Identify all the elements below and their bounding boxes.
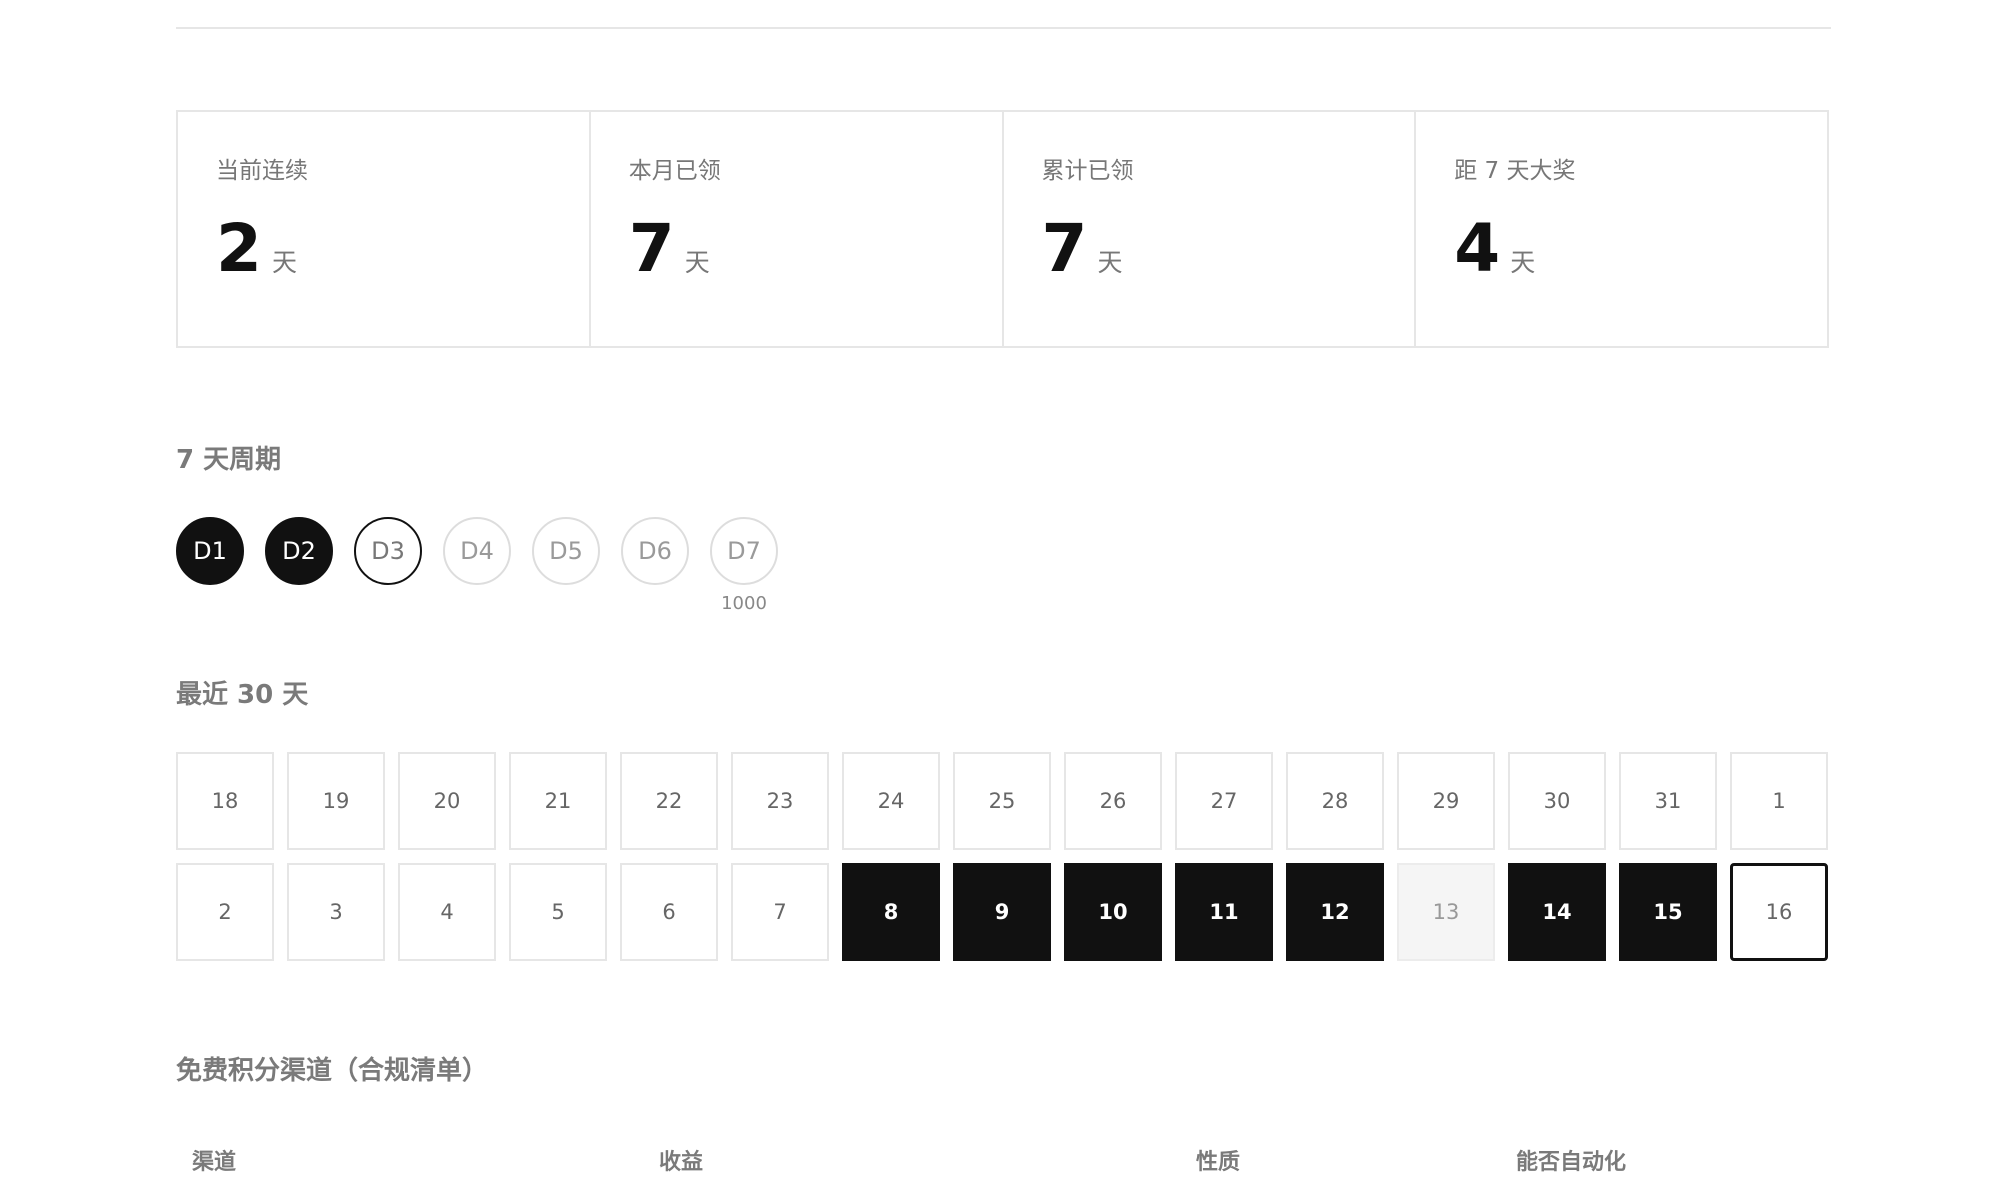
stat-current-streak: 当前连续 2 天 [178, 112, 591, 346]
stat-label: 本月已领 [628, 158, 721, 184]
table-header-nature: 性质 [1196, 1150, 1241, 1175]
calendar-day: 29 [1397, 752, 1495, 850]
calendar-day: 10 [1064, 863, 1162, 961]
cycle-day-circle: D5 [532, 517, 600, 585]
table-header-channel: 渠道 [192, 1150, 237, 1175]
cycle-day-2: D2 [265, 517, 333, 593]
calendar-day: 27 [1175, 752, 1273, 850]
stat-label: 累计已领 [1041, 158, 1134, 184]
cycle-day-3: D3 [354, 517, 422, 593]
top-divider [176, 27, 1831, 29]
calendar-day: 26 [1064, 752, 1162, 850]
calendar-section-title: 最近 30 天 [176, 680, 309, 710]
cycle-day-6: D6 [621, 517, 689, 593]
stat-value: 4 [1454, 210, 1501, 287]
cycle-day-circle: D3 [354, 517, 422, 585]
calendar-day: 9 [953, 863, 1051, 961]
calendar-day: 30 [1508, 752, 1606, 850]
stat-unit: 天 [271, 248, 297, 277]
calendar-day: 4 [398, 863, 496, 961]
stat-unit: 天 [1097, 248, 1123, 277]
calendar-day: 20 [398, 752, 496, 850]
cycle-day-5: D5 [532, 517, 600, 593]
cycle-day-circle: D7 [710, 517, 778, 585]
cycle-day-7: D7 1000 [710, 517, 778, 614]
cycle-day-reward: 1000 [721, 593, 767, 614]
table-header-reward: 收益 [659, 1150, 704, 1175]
stat-value: 7 [1041, 210, 1088, 287]
calendar-day: 7 [731, 863, 829, 961]
cycle-day-circle: D1 [176, 517, 244, 585]
table-header-automatable: 能否自动化 [1516, 1150, 1627, 1175]
calendar-day: 18 [176, 752, 274, 850]
stat-value: 2 [216, 210, 262, 287]
calendar-day: 16 [1730, 863, 1828, 961]
calendar-day: 6 [620, 863, 718, 961]
calendar-day: 22 [620, 752, 718, 850]
calendar-day: 23 [731, 752, 829, 850]
cycle-day-circle: D2 [265, 517, 333, 585]
cycle-day-1: D1 [176, 517, 244, 593]
recent-30-days-grid: 18 19 20 21 22 23 24 25 26 27 28 29 30 3… [176, 752, 1838, 964]
stat-value: 7 [628, 210, 675, 287]
calendar-day: 28 [1286, 752, 1384, 850]
cycle-day-4: D4 [443, 517, 511, 593]
cycle-day-circle: D4 [443, 517, 511, 585]
calendar-day: 3 [287, 863, 385, 961]
cycle-section-title: 7 天周期 [176, 445, 282, 475]
calendar-day: 13 [1397, 863, 1495, 961]
calendar-day: 11 [1175, 863, 1273, 961]
calendar-day: 12 [1286, 863, 1384, 961]
calendar-day: 14 [1508, 863, 1606, 961]
calendar-day: 1 [1730, 752, 1828, 850]
calendar-day: 25 [953, 752, 1051, 850]
cycle-day-circle: D6 [621, 517, 689, 585]
stat-month-claimed: 本月已领 7 天 [591, 112, 1004, 346]
calendar-day: 8 [842, 863, 940, 961]
stat-label: 当前连续 [216, 158, 308, 184]
stats-panel: 当前连续 2 天 本月已领 7 天 累计已领 7 天 距 7 天大奖 4 天 [176, 110, 1829, 348]
stat-label: 距 7 天大奖 [1454, 158, 1576, 184]
calendar-day: 31 [1619, 752, 1717, 850]
calendar-day: 15 [1619, 863, 1717, 961]
stat-unit: 天 [684, 248, 710, 277]
calendar-day: 19 [287, 752, 385, 850]
calendar-day: 2 [176, 863, 274, 961]
stat-total-claimed: 累计已领 7 天 [1004, 112, 1417, 346]
stat-days-to-grand-prize: 距 7 天大奖 4 天 [1416, 112, 1827, 346]
calendar-day: 5 [509, 863, 607, 961]
calendar-day: 24 [842, 752, 940, 850]
calendar-day: 21 [509, 752, 607, 850]
channels-section-title: 免费积分渠道（合规清单） [176, 1056, 489, 1086]
stat-unit: 天 [1510, 248, 1536, 277]
